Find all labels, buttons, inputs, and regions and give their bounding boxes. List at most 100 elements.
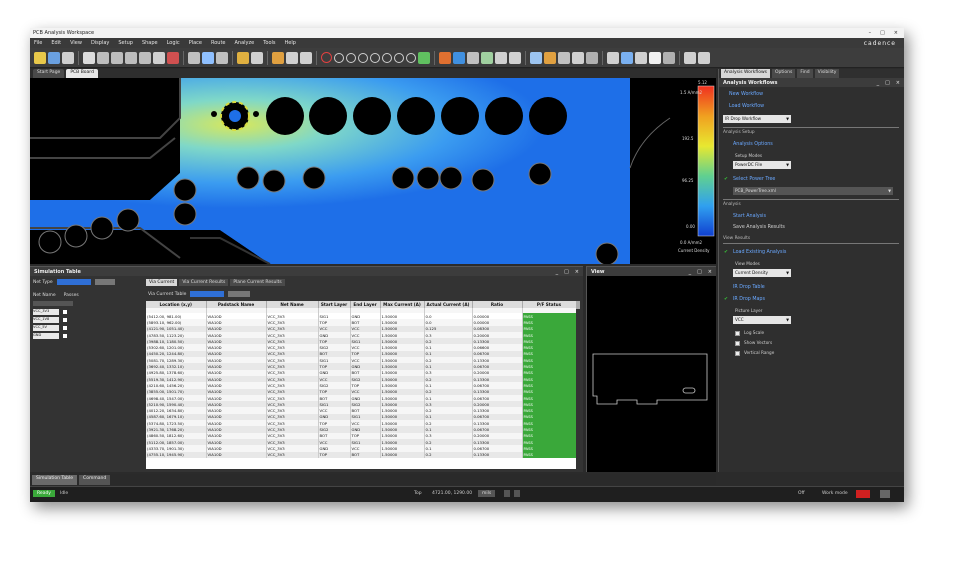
close-button[interactable]: × bbox=[894, 30, 898, 36]
tab-plane-current-results[interactable]: Plane Current Results bbox=[230, 279, 285, 286]
zoom-window-icon[interactable] bbox=[370, 52, 380, 63]
status-work-mode[interactable]: Work mode bbox=[822, 491, 848, 496]
panel-float-button[interactable]: □ bbox=[885, 80, 890, 86]
net-row[interactable]: GND bbox=[33, 333, 59, 339]
vertical-range-checkbox[interactable] bbox=[735, 351, 740, 356]
via-icon[interactable] bbox=[251, 51, 263, 64]
fanout-icon[interactable] bbox=[300, 51, 312, 64]
zoom-fit-icon[interactable] bbox=[334, 52, 344, 63]
export-icon[interactable] bbox=[635, 51, 647, 64]
panel-minimize-button[interactable]: _ bbox=[689, 269, 692, 275]
column-header[interactable]: Actual Current (A) bbox=[424, 301, 473, 308]
column-header[interactable]: Start Layer bbox=[318, 301, 351, 308]
report-icon[interactable] bbox=[544, 51, 556, 64]
tab-via-current-results[interactable]: Via Current Results bbox=[179, 279, 229, 286]
print-icon[interactable] bbox=[649, 51, 661, 64]
tab-pcb-board[interactable]: PCB Board bbox=[66, 69, 98, 78]
board-outline-preview[interactable] bbox=[587, 276, 717, 472]
stop-icon[interactable] bbox=[321, 52, 332, 63]
menu-edit[interactable]: Edit bbox=[51, 40, 61, 46]
menu-view[interactable]: View bbox=[70, 40, 82, 46]
status-units[interactable]: mils bbox=[478, 490, 496, 497]
tab-via-current[interactable]: Via Current bbox=[146, 279, 178, 286]
zoom-world-icon[interactable] bbox=[394, 52, 404, 63]
status-settings-icon[interactable] bbox=[880, 490, 890, 498]
tab-simulation-table[interactable]: Simulation Table bbox=[32, 475, 78, 485]
tab-analysis-workflows[interactable]: Analysis Workflows bbox=[721, 69, 770, 78]
new-workflow-link[interactable]: New Workflow bbox=[729, 92, 763, 97]
tab-start-page[interactable]: Start Page bbox=[33, 69, 65, 78]
zoom-select-icon[interactable] bbox=[406, 52, 416, 63]
highlight-icon[interactable] bbox=[467, 51, 479, 64]
panel-close-button[interactable]: × bbox=[708, 269, 712, 275]
ir-drop-table-link[interactable]: IR Drop Table bbox=[733, 285, 765, 290]
help-icon[interactable] bbox=[684, 51, 696, 64]
show-icon[interactable] bbox=[495, 51, 507, 64]
menu-file[interactable]: File bbox=[34, 40, 42, 46]
analysis-options-link[interactable]: Analysis Options bbox=[733, 142, 773, 147]
zoom-prev-icon[interactable] bbox=[382, 52, 392, 63]
minimize-button[interactable]: – bbox=[869, 30, 872, 36]
net-type-button[interactable] bbox=[94, 279, 115, 285]
3d-view-icon[interactable] bbox=[607, 51, 619, 64]
route-icon[interactable] bbox=[237, 51, 249, 64]
stats-icon[interactable] bbox=[558, 51, 570, 64]
grid-icon[interactable] bbox=[202, 51, 214, 64]
menu-analyze[interactable]: Analyze bbox=[235, 40, 255, 46]
drc-icon[interactable] bbox=[530, 51, 542, 64]
column-header[interactable]: Max Current (A) bbox=[380, 301, 425, 308]
unpin-icon[interactable] bbox=[167, 51, 179, 64]
panel-minimize-button[interactable]: _ bbox=[556, 269, 559, 275]
dehighlight-icon[interactable] bbox=[481, 51, 493, 64]
refresh-icon[interactable] bbox=[418, 51, 430, 64]
column-header[interactable]: P/F Status bbox=[522, 301, 576, 308]
info-icon[interactable] bbox=[698, 51, 710, 64]
show-vectors-checkbox[interactable] bbox=[735, 341, 740, 346]
delete-icon[interactable] bbox=[111, 51, 123, 64]
menu-logic[interactable]: Logic bbox=[167, 40, 180, 46]
net-row-checkbox[interactable] bbox=[63, 334, 67, 338]
menu-help[interactable]: Help bbox=[285, 40, 296, 46]
panel-float-button[interactable]: □ bbox=[697, 269, 702, 275]
add-icon[interactable] bbox=[83, 51, 95, 64]
net-type-select[interactable] bbox=[56, 279, 91, 285]
redo-icon[interactable] bbox=[139, 51, 151, 64]
pin-icon[interactable] bbox=[153, 51, 165, 64]
column-header[interactable]: Padstack Name bbox=[206, 301, 267, 308]
via-table-button[interactable] bbox=[228, 291, 251, 297]
workflow-select[interactable]: IR Drop Workflow bbox=[723, 115, 791, 123]
power-tree-field[interactable]: PCB_PowerTree.xml bbox=[733, 187, 893, 195]
menu-place[interactable]: Place bbox=[189, 40, 202, 46]
log-scale-checkbox[interactable] bbox=[735, 331, 740, 336]
setup-mode-select[interactable]: PowerDC File bbox=[733, 161, 791, 169]
layout-canvas[interactable]: 5.12 1.5 A/mm2 192.5 96.25 0.00 0.0 A/mm… bbox=[30, 78, 716, 264]
window-icon[interactable] bbox=[663, 51, 675, 64]
net-row[interactable]: VCC_3V3 bbox=[33, 309, 59, 315]
net-row-checkbox[interactable] bbox=[63, 318, 67, 322]
status-toggle-a[interactable] bbox=[504, 490, 510, 497]
column-header[interactable]: Net Name bbox=[266, 301, 319, 308]
undo-icon[interactable] bbox=[125, 51, 137, 64]
menu-tools[interactable]: Tools bbox=[263, 40, 275, 46]
ir-drop-maps-link[interactable]: IR Drop Maps bbox=[733, 297, 765, 302]
measure-icon[interactable] bbox=[188, 51, 200, 64]
layers-icon[interactable] bbox=[216, 51, 228, 64]
start-analysis-link[interactable]: Start Analysis bbox=[733, 214, 766, 219]
camera-icon[interactable] bbox=[621, 51, 633, 64]
panel-float-button[interactable]: □ bbox=[564, 269, 569, 275]
net-row-checkbox[interactable] bbox=[63, 310, 67, 314]
net-row-checkbox[interactable] bbox=[63, 326, 67, 330]
menu-route[interactable]: Route bbox=[211, 40, 226, 46]
net-filter-header[interactable] bbox=[33, 301, 73, 306]
new-file-icon[interactable] bbox=[34, 51, 46, 64]
via-table-select[interactable] bbox=[190, 291, 225, 297]
net-row[interactable]: VCC_1V8 bbox=[33, 317, 59, 323]
select-power-tree-link[interactable]: Select Power Tree bbox=[733, 177, 775, 182]
menu-display[interactable]: Display bbox=[91, 40, 109, 46]
column-header[interactable]: Ratio bbox=[472, 301, 523, 308]
shape-icon[interactable] bbox=[439, 51, 451, 64]
menu-shape[interactable]: Shape bbox=[142, 40, 158, 46]
tab-command[interactable]: Command bbox=[79, 475, 111, 485]
tab-find[interactable]: Find bbox=[797, 69, 813, 78]
status-toggle-b[interactable] bbox=[514, 490, 520, 497]
